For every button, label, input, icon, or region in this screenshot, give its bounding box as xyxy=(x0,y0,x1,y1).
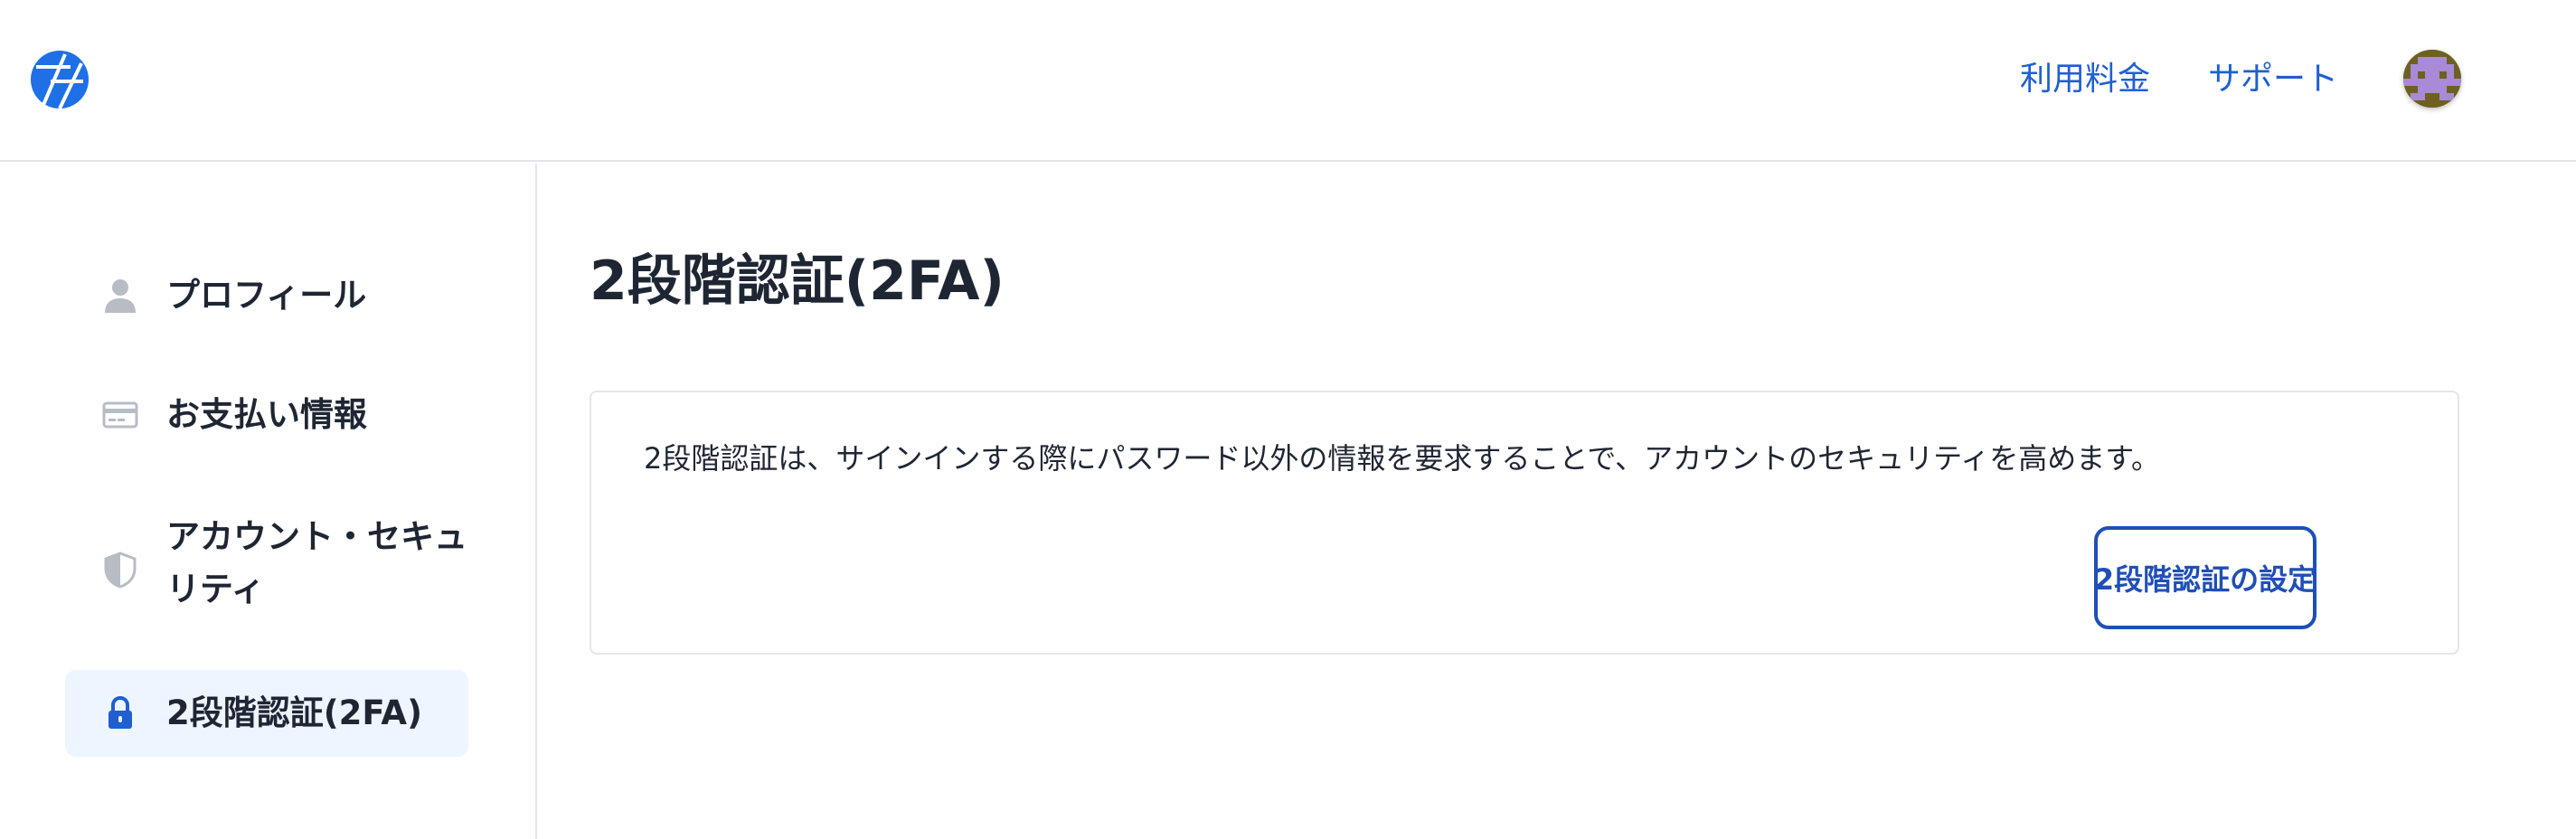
pricing-link[interactable]: 利用料金 xyxy=(2020,56,2150,103)
sidebar-item-label: お支払い情報 xyxy=(166,395,367,434)
setup-2fa-button[interactable]: 2段階認証の設定 xyxy=(2094,526,2317,629)
sidebar-item-profile[interactable]: プロフィール xyxy=(65,259,468,332)
settings-sidebar: プロフィール お支払い情報 アカウント・セキュリティ 2段階認証(2FA) xyxy=(0,164,537,839)
credit-card-icon xyxy=(101,396,139,434)
top-header: 利用料金 サポート xyxy=(0,0,2576,162)
sidebar-item-2fa[interactable]: 2段階認証(2FA) xyxy=(65,670,468,757)
page-title: 2段階認証(2FA) xyxy=(590,250,1005,313)
sidebar-item-label: プロフィール xyxy=(166,276,367,315)
logo-icon[interactable] xyxy=(29,49,90,110)
2fa-info-card: 2段階認証は、サインインする際にパスワード以外の情報を要求することで、アカウント… xyxy=(590,391,2459,655)
sidebar-item-label: アカウント・セキュリティ xyxy=(166,517,467,608)
lock-icon xyxy=(101,694,139,732)
user-avatar[interactable] xyxy=(2403,50,2461,108)
person-icon xyxy=(101,277,139,315)
sidebar-item-account-security[interactable]: アカウント・セキュリティ xyxy=(65,511,468,628)
support-link[interactable]: サポート xyxy=(2208,56,2338,103)
sidebar-item-billing[interactable]: お支払い情報 xyxy=(65,379,468,451)
2fa-description: 2段階認証は、サインインする際にパスワード以外の情報を要求することで、アカウント… xyxy=(644,441,2161,476)
sidebar-item-label: 2段階認証(2FA) xyxy=(166,693,422,732)
shield-icon xyxy=(101,551,139,589)
